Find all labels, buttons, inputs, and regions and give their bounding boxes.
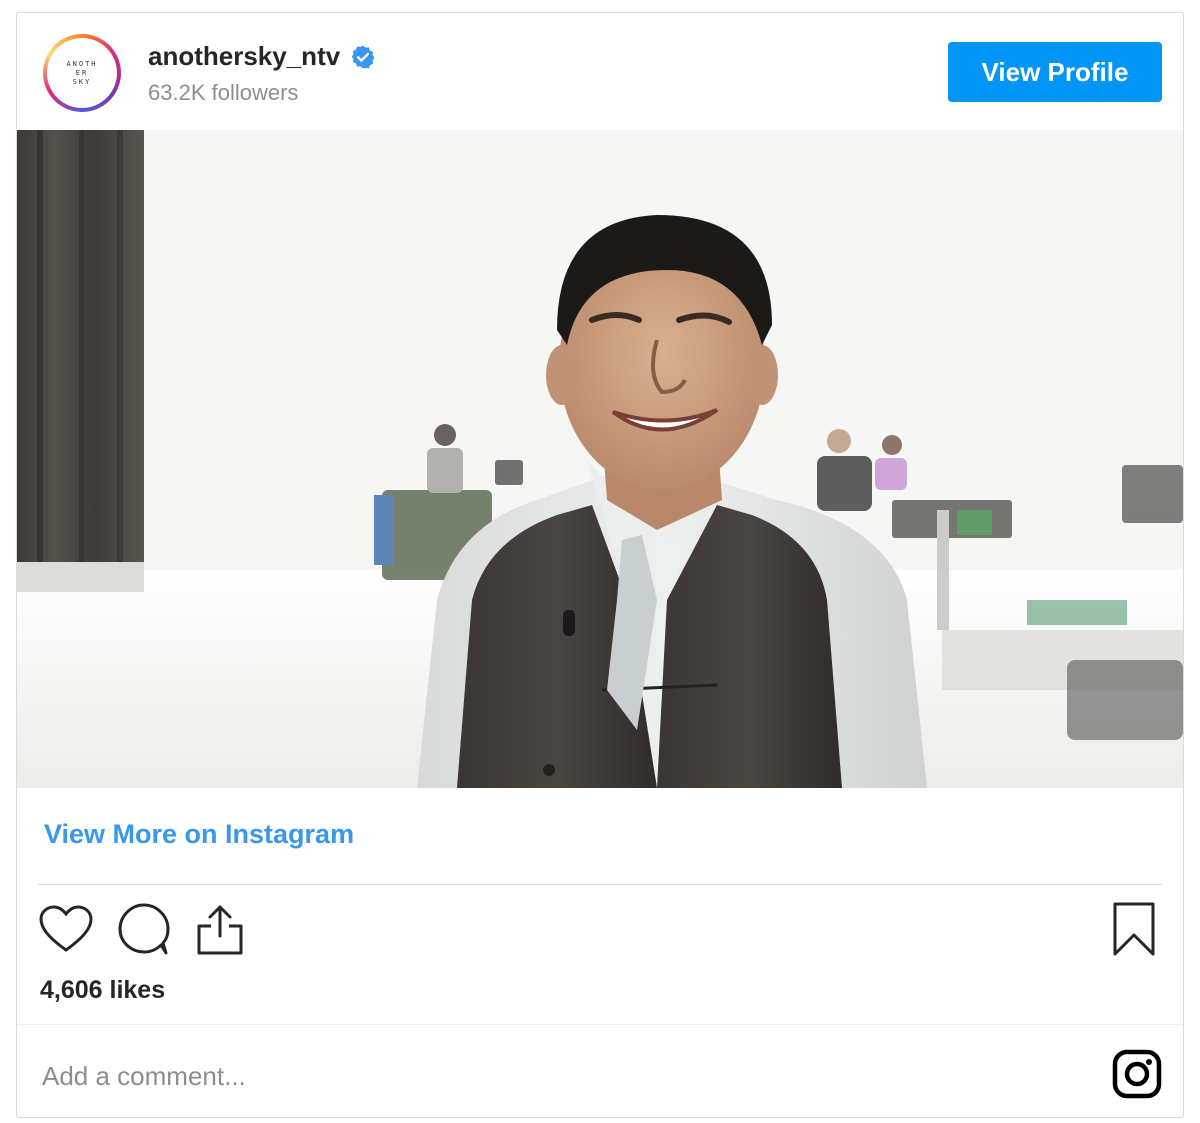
avatar[interactable]: ANOTH ER SKY [43,34,121,112]
avatar-logo: ANOTH ER SKY [47,38,117,108]
instagram-embed-card: ANOTH ER SKY anothersky_ntv 63.2K follow… [16,12,1184,1118]
avatar-logo-line: ANOTH [66,59,98,68]
post-header: ANOTH ER SKY anothersky_ntv 63.2K follow… [17,13,1183,130]
heart-icon[interactable] [38,901,94,957]
instagram-logo-icon[interactable] [1112,1049,1162,1099]
username-row[interactable]: anothersky_ntv [148,41,376,72]
add-comment-input[interactable] [40,1055,944,1097]
view-profile-button[interactable]: View Profile [948,42,1162,102]
action-bar [38,901,1162,961]
followers-count: 63.2K followers [148,80,299,105]
comment-icon[interactable] [116,901,172,957]
avatar-logo-line: SKY [72,77,92,86]
bookmark-icon[interactable] [1106,901,1162,957]
likes-count: 4,606 likes [40,976,166,1004]
avatar-logo-line: ER [75,68,89,77]
view-more-on-instagram-link[interactable]: View More on Instagram [44,819,354,850]
share-icon[interactable] [192,901,248,957]
verified-badge-icon [350,44,376,70]
username[interactable]: anothersky_ntv [148,41,340,72]
post-photo[interactable] [17,130,1183,788]
comment-bar [17,1024,1183,1120]
divider [38,884,1162,885]
